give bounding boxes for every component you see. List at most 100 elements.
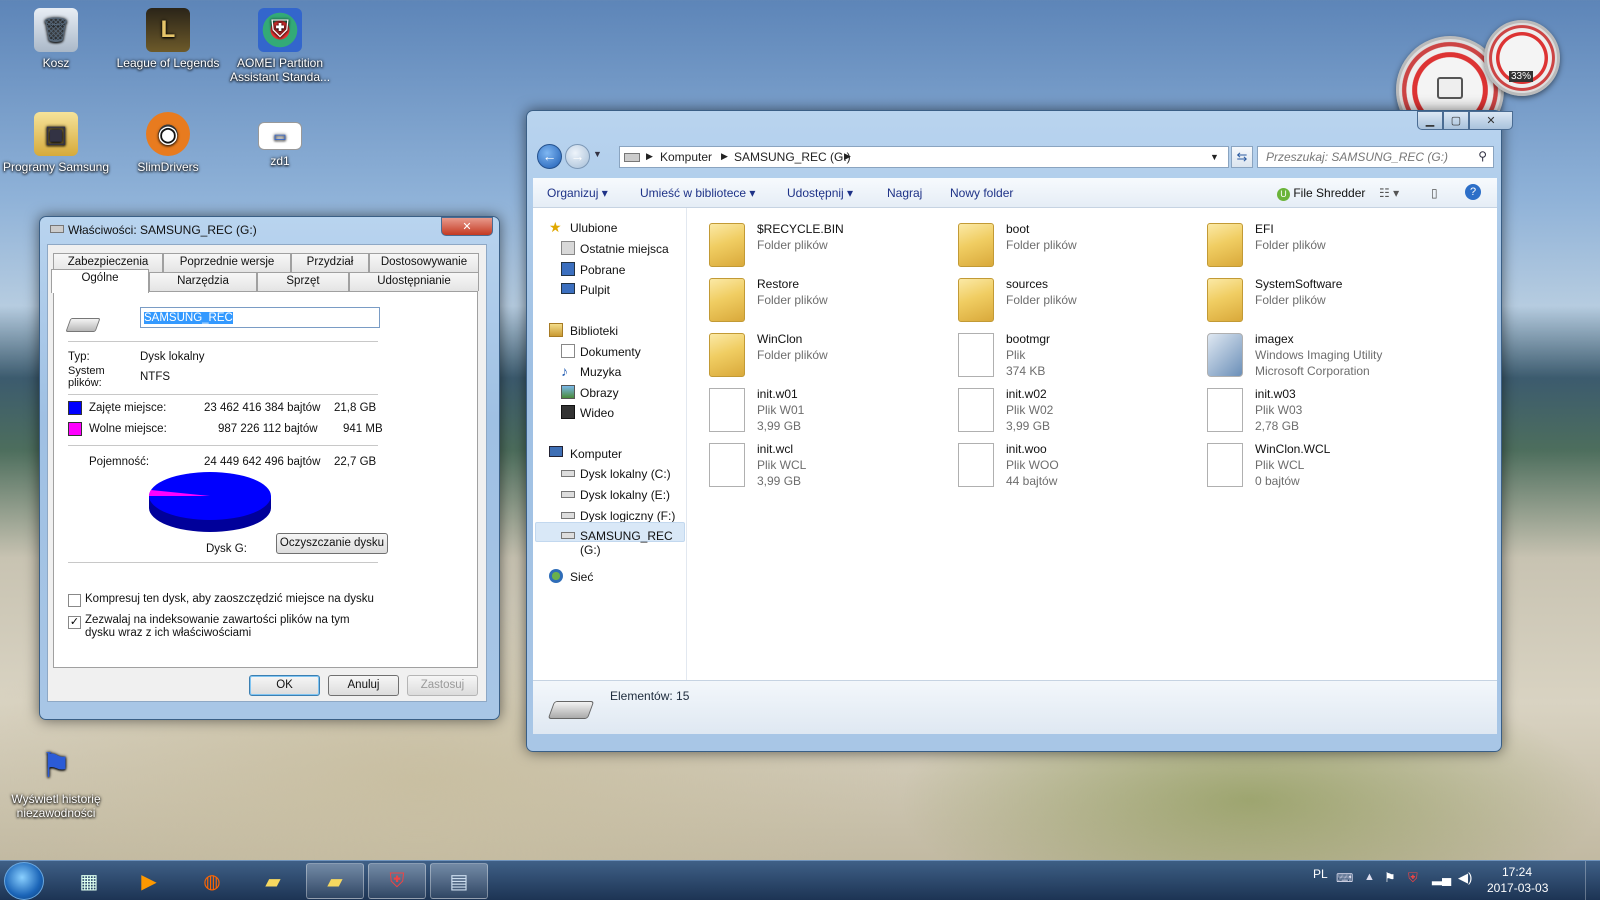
tab-previous-versions[interactable]: Poprzednie wersje	[163, 253, 291, 272]
share-with-menu[interactable]: Udostępnij ▾	[787, 186, 853, 200]
nav-favorites[interactable]: Ulubione	[570, 221, 617, 235]
action-center-flag-icon[interactable]: ⚑	[1384, 870, 1396, 886]
file-item[interactable]: sources Folder plików	[958, 275, 1198, 327]
clock-date[interactable]: 2017-03-03	[1487, 881, 1548, 895]
maximize-button[interactable]: ▢	[1443, 111, 1469, 130]
desktop-icon-zd1[interactable]: ▭ zd1	[224, 112, 336, 168]
include-in-library-menu[interactable]: Umieść w bibliotece ▾	[640, 186, 755, 200]
security-icon[interactable]: ⛨	[1408, 870, 1418, 886]
taskbar-firefox-icon[interactable]: ◍	[183, 863, 241, 899]
file-item[interactable]: init.wcl Plik WCL 3,99 GB	[709, 440, 949, 492]
tab-general[interactable]: Ogólne	[51, 269, 149, 293]
volume-icon[interactable]: ◀)	[1458, 870, 1472, 886]
close-button[interactable]: ✕	[441, 217, 493, 236]
nav-libraries[interactable]: Biblioteki	[570, 324, 618, 338]
file-item[interactable]: init.w03 Plik W03 2,78 GB	[1207, 385, 1447, 437]
taskbar-media-player-icon[interactable]: ▶	[120, 863, 178, 899]
file-item[interactable]: WinClon.WCL Plik WCL 0 bajtów	[1207, 440, 1447, 492]
file-item[interactable]: init.w01 Plik W01 3,99 GB	[709, 385, 949, 437]
tab-quota[interactable]: Przydział	[291, 253, 369, 272]
tab-hardware[interactable]: Sprzęt	[257, 272, 349, 291]
file-item[interactable]: imagex Windows Imaging Utility Microsoft C…	[1207, 330, 1447, 382]
file-item[interactable]: $RECYCLE.BIN Folder plików	[709, 220, 949, 272]
refresh-button[interactable]: ⇆	[1231, 146, 1253, 168]
disk-cleanup-button[interactable]: Oczyszczanie dysku	[276, 533, 388, 554]
compress-checkbox[interactable]	[68, 594, 81, 607]
taskbar-properties-icon[interactable]: ▤	[430, 863, 488, 899]
cancel-button[interactable]: Anuluj	[328, 675, 399, 696]
taskbar-aomei-icon[interactable]: ⛨	[368, 863, 426, 899]
nav-desktop[interactable]: Pulpit	[580, 283, 610, 297]
taskbar-folder-icon[interactable]: ▰	[244, 863, 302, 899]
language-indicator[interactable]: PL	[1313, 867, 1328, 881]
file-item[interactable]: bootmgr Plik 374 KB	[958, 330, 1198, 382]
file-item[interactable]: EFI Folder plików	[1207, 220, 1447, 272]
desktop-icon	[561, 283, 575, 294]
nav-downloads[interactable]: Pobrane	[580, 263, 625, 277]
properties-window[interactable]: Właściwości: SAMSUNG_REC (G:) ✕ Zabezpie…	[39, 216, 500, 720]
nav-documents[interactable]: Dokumenty	[580, 345, 641, 359]
clock-time[interactable]: 17:24	[1502, 865, 1532, 879]
tab-customize[interactable]: Dostosowywanie	[369, 253, 479, 272]
nav-drive-e[interactable]: Dysk lokalny (E:)	[580, 488, 670, 502]
breadcrumb-computer[interactable]: Komputer	[660, 150, 712, 164]
taskbar-calculator-icon[interactable]: ▦	[60, 863, 118, 899]
address-dropdown-icon[interactable]: ▼	[1210, 152, 1219, 162]
network-signal-icon[interactable]: ▂▄	[1432, 870, 1451, 886]
breadcrumb-sep-icon: ▶	[844, 151, 851, 161]
ok-button[interactable]: OK	[249, 675, 320, 696]
new-folder-button[interactable]: Nowy folder	[950, 186, 1013, 200]
desktop-icon-slimdrivers[interactable]: ◉ SlimDrivers	[112, 112, 224, 174]
file-item[interactable]: init.w02 Plik W02 3,99 GB	[958, 385, 1198, 437]
file-item[interactable]: WinClon Folder plików	[709, 330, 949, 382]
volume-name-field[interactable]: SAMSUNG_REC	[140, 307, 380, 328]
forward-button[interactable]: →	[565, 144, 590, 169]
nav-drive-c[interactable]: Dysk lokalny (C:)	[580, 467, 671, 481]
desktop-icon-aomei[interactable]: ⛨ AOMEI Partition Assistant Standa...	[224, 8, 336, 84]
show-desktop-button[interactable]	[1585, 861, 1600, 900]
taskbar-explorer-icon[interactable]: ▰	[306, 863, 364, 899]
organize-menu[interactable]: Organizuj ▾	[547, 186, 608, 200]
minimize-button[interactable]: ▁	[1417, 111, 1443, 130]
burn-button[interactable]: Nagraj	[887, 186, 922, 200]
keyboard-icon[interactable]: ⌨	[1336, 871, 1353, 885]
nav-drive-g[interactable]: SAMSUNG_REC (G:)	[580, 529, 686, 557]
nav-music[interactable]: Muzyka	[580, 365, 621, 379]
show-hidden-icons-icon[interactable]: ▲	[1364, 871, 1375, 883]
breadcrumb-drive[interactable]: SAMSUNG_REC (G:)	[734, 150, 851, 164]
file-icon	[709, 388, 745, 432]
nav-pictures[interactable]: Obrazy	[580, 386, 619, 400]
desktop-icon-programy-samsung[interactable]: ▣ Programy Samsung	[0, 112, 112, 174]
nav-network[interactable]: Sieć	[570, 570, 593, 584]
address-bar[interactable]: ▶ Komputer ▶ SAMSUNG_REC (G:) ▶ ▼	[619, 146, 1229, 168]
nav-recent-places[interactable]: Ostatnie miejsca	[580, 242, 669, 256]
nav-drive-f[interactable]: Dysk logiczny (F:)	[580, 509, 675, 523]
desktop-icon-league-of-legends[interactable]: L League of Legends	[112, 8, 224, 70]
preview-pane-icon[interactable]: ▯	[1431, 186, 1438, 200]
file-item[interactable]: boot Folder plików	[958, 220, 1198, 272]
tab-sharing[interactable]: Udostępnianie	[349, 272, 479, 291]
close-button[interactable]: ✕	[1469, 111, 1513, 130]
desktop-icon-label: SlimDrivers	[137, 160, 199, 174]
help-icon[interactable]: ?	[1465, 184, 1481, 200]
folder-icon: ▣	[34, 112, 78, 156]
desktop-icon-recycle-bin[interactable]: 🗑 Kosz	[0, 8, 112, 70]
view-options-icon[interactable]: ☷ ▾	[1379, 186, 1399, 200]
recent-pages-chevron-icon[interactable]: ▼	[593, 149, 602, 159]
tab-tools[interactable]: Narzędzia	[149, 272, 257, 291]
search-input[interactable]: Przeszukaj: SAMSUNG_REC (G:) ⚲	[1257, 146, 1494, 168]
file-shredder-button[interactable]: U File Shredder	[1277, 186, 1365, 201]
desktop-icon-reliability-history[interactable]: ⚑ Wyświetl historię niezawodności	[0, 744, 112, 820]
file-type: Folder plików	[1006, 293, 1077, 307]
explorer-window[interactable]: ▁ ▢ ✕ ← → ▼ ▶ Komputer ▶ SAMSUNG_REC (G:…	[526, 110, 1513, 752]
back-button[interactable]: ←	[537, 144, 562, 169]
nav-videos[interactable]: Wideo	[580, 406, 614, 420]
memory-gauge-gadget[interactable]: 33%	[1484, 20, 1560, 96]
apply-button[interactable]: Zastosuj	[407, 675, 478, 696]
start-button[interactable]	[4, 862, 44, 900]
nav-computer[interactable]: Komputer	[570, 447, 622, 461]
file-item[interactable]: SystemSoftware Folder plików	[1207, 275, 1447, 327]
file-item[interactable]: init.woo Plik WOO 44 bajtów	[958, 440, 1198, 492]
index-checkbox[interactable]: ✓	[68, 616, 81, 629]
file-item[interactable]: Restore Folder plików	[709, 275, 949, 327]
